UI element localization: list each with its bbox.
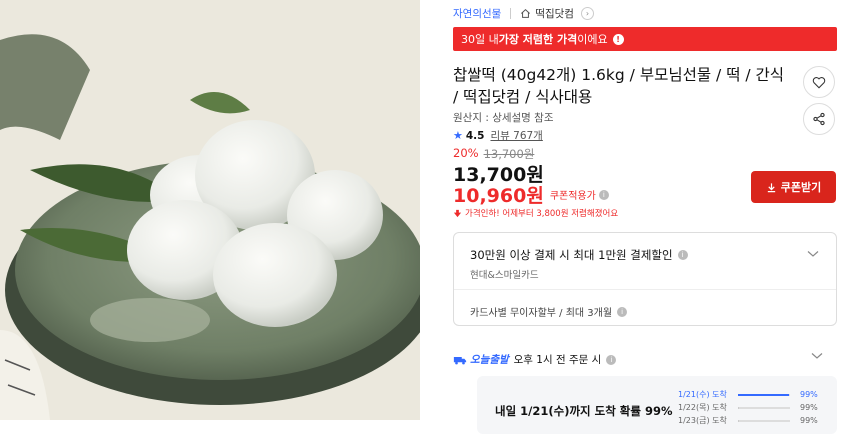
delivery-row: 오늘출발 오후 1시 전 주문 시 i [453,352,617,367]
star-icon: ★ [453,129,463,142]
schedule-date: 1/23(금) 도착 [678,416,727,425]
coupon-price-row: 10,960원 쿠폰적용가 i [453,181,609,208]
share-icon [813,112,825,126]
origin-info: 원산지 : 상세설명 참조 [453,112,554,124]
rating-row[interactable]: ★ 4.5 리뷰 767개 [453,128,543,143]
info-icon[interactable]: i [598,189,609,200]
review-count-link[interactable]: 리뷰 767개 [490,128,542,143]
product-title: 찹쌀떡 (40g42개) 1.6kg / 부모님선물 / 떡 / 간식 / 떡집… [453,66,785,106]
schedule-percent: 99% [800,390,818,399]
brand-link[interactable]: 자연의선물 [453,6,501,21]
coupon-price-label: 쿠폰적용가 [549,191,596,202]
truck-icon [453,356,467,364]
info-icon[interactable]: i [617,306,628,317]
divider [454,289,836,290]
info-icon[interactable]: ! [612,33,624,45]
share-button[interactable] [803,103,835,135]
card-brands: 현대&스마일카드 [470,270,539,281]
store-name: 떡집닷컴 [535,7,574,20]
installment-info: 카드사별 무이자할부 / 최대 3개월 i [470,304,628,319]
schedule-item: 1/22(목) 도착 99% [678,401,828,414]
arrival-probability-text: 내일 1/21(수)까지 도착 확률 99% [495,404,673,418]
shipping-cutoff: 오후 1시 전 주문 시 [513,354,602,366]
rating-value: 4.5 [465,129,485,142]
schedule-date: 1/21(수) 도착 [678,390,727,399]
chevron-down-icon[interactable] [811,349,823,363]
promo-text-pre: 30일 내 [461,33,499,46]
schedule-date: 1/22(목) 도착 [678,403,727,412]
wishlist-button[interactable] [803,66,835,98]
schedule-item: 1/21(수) 도착 99% [678,388,828,401]
today-shipping-badge: 오늘출발 [453,352,509,367]
home-icon [521,8,531,18]
arrival-probability-box: 내일 1/21(수)까지 도착 확률 99% 1/21(수) 도착 99% 1/… [477,376,837,434]
price-drop-text: 가격인하! 어제부터 3,800원 저렴해졌어요 [465,209,619,219]
card-discount-title: 30만원 이상 결제 시 최대 1만원 결제할인 i [470,247,688,263]
info-icon[interactable]: i [677,250,688,260]
schedule-percent: 99% [800,416,818,425]
schedule-item: 1/23(금) 도착 99% [678,414,828,427]
coupon-price: 10,960원 [453,185,544,207]
breadcrumb: 자연의선물 떡집닷컴 › [453,4,594,22]
chevron-down-icon[interactable] [807,247,819,261]
product-image[interactable] [0,0,420,420]
download-icon [767,182,775,192]
probability-bar [738,419,790,422]
arrow-down-icon [453,209,462,217]
today-shipping-label: 오늘출발 [470,354,509,366]
mochi-photo [0,0,420,420]
probability-bar [738,393,790,396]
info-icon[interactable]: i [606,354,617,365]
promo-text-bold: 가장 저렴한 가격 [498,33,578,46]
promo-text-post: 이에요 [577,33,608,46]
price-drop-note: 가격인하! 어제부터 3,800원 저렴해졌어요 [453,207,618,219]
breadcrumb-divider [510,7,512,19]
probability-bar [738,406,790,409]
arrival-schedule: 1/21(수) 도착 99% 1/22(목) 도착 99% 1/23(금) 도착… [678,388,828,427]
heart-icon [812,76,826,88]
get-coupon-button[interactable]: 쿠폰받기 [751,171,836,203]
chevron-right-icon: › [580,6,594,20]
card-discount-box[interactable]: 30만원 이상 결제 시 최대 1만원 결제할인 i 현대&스마일카드 카드사별… [453,232,837,326]
card-discount-text: 30만원 이상 결제 시 최대 1만원 결제할인 [470,248,673,262]
lowest-price-banner: 30일 내 가장 저렴한 가격 이에요 ! [453,27,837,51]
schedule-percent: 99% [800,403,818,412]
get-coupon-label: 쿠폰받기 [780,181,822,194]
installment-text: 카드사별 무이자할부 / 최대 3개월 [470,308,613,319]
store-link[interactable]: 떡집닷컴 › [520,6,594,21]
